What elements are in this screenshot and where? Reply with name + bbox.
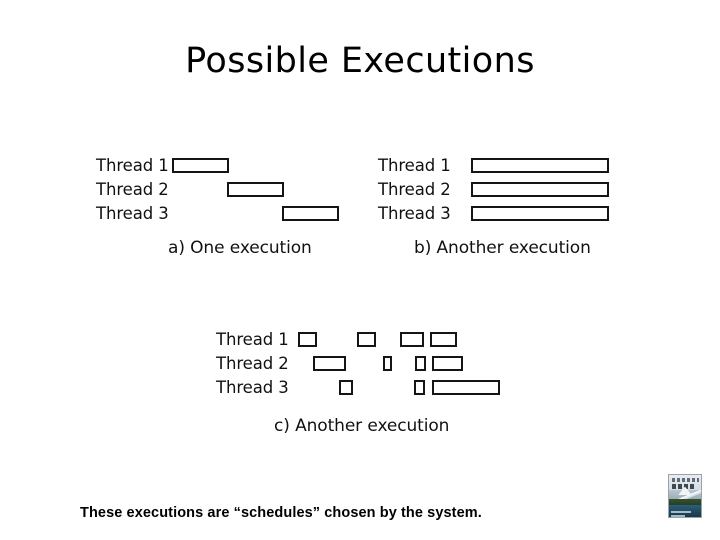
panel-a-row-thread-1: Thread 1: [96, 154, 356, 178]
panel-a: Thread 1 Thread 2 Thread 3 a) One execut…: [96, 154, 356, 258]
panel-a-caption: a) One execution: [168, 238, 312, 258]
execution-block: [432, 380, 500, 395]
timeline-track: [298, 328, 506, 352]
thread-label: Thread 2: [378, 180, 451, 199]
timeline-track: [298, 352, 506, 376]
timeline-track: [172, 154, 356, 178]
panel-c-caption: c) Another execution: [274, 416, 450, 436]
panel-c-row-thread-1: Thread 1: [216, 328, 506, 352]
execution-block: [471, 182, 609, 197]
execution-block: [471, 206, 609, 221]
thread-label: Thread 3: [216, 378, 289, 397]
execution-block: [415, 356, 426, 371]
thread-label: Thread 2: [96, 180, 169, 199]
timeline-track: [172, 202, 356, 226]
timeline-track: [471, 154, 618, 178]
panel-b-row-thread-3: Thread 3: [378, 202, 618, 226]
execution-block: [414, 380, 425, 395]
panel-b: Thread 1 Thread 2 Thread 3 b) Another ex…: [378, 154, 618, 258]
thumbnail-footer-line-1: [671, 511, 691, 513]
execution-block: [298, 332, 317, 347]
thread-label: Thread 2: [216, 354, 289, 373]
execution-block: [313, 356, 346, 371]
execution-block: [471, 158, 609, 173]
timeline-track: [471, 202, 618, 226]
execution-block: [282, 206, 339, 221]
panel-b-row-thread-2: Thread 2: [378, 178, 618, 202]
execution-block: [430, 332, 457, 347]
thumbnail-title-line-2: [672, 484, 694, 489]
thread-label: Thread 1: [216, 330, 289, 349]
execution-block: [400, 332, 424, 347]
slide-canvas: Possible Executions Thread 1 Thread 2 Th…: [0, 0, 720, 540]
executions-figure: Thread 1 Thread 2 Thread 3 a) One execut…: [0, 0, 720, 540]
book-cover-thumbnail: [668, 474, 702, 518]
execution-block: [383, 356, 392, 371]
execution-block: [339, 380, 353, 395]
thread-label: Thread 1: [378, 156, 451, 175]
panel-c-row-thread-2: Thread 2: [216, 352, 506, 376]
execution-block: [432, 356, 463, 371]
execution-block: [357, 332, 376, 347]
panel-b-row-thread-1: Thread 1: [378, 154, 618, 178]
slide-note: These executions are “schedules” chosen …: [80, 505, 482, 521]
timeline-track: [172, 178, 356, 202]
thread-label: Thread 1: [96, 156, 169, 175]
panel-c-row-thread-3: Thread 3: [216, 376, 506, 400]
panel-a-row-thread-2: Thread 2: [96, 178, 356, 202]
thumbnail-footer-line-2: [671, 515, 685, 517]
thread-label: Thread 3: [378, 204, 451, 223]
execution-block: [227, 182, 284, 197]
thumbnail-title-line-1: [672, 478, 699, 482]
timeline-track: [471, 178, 618, 202]
panel-c: Thread 1 Thread 2 Thread 3 c) Another ex…: [216, 328, 506, 436]
execution-block: [172, 158, 229, 173]
panel-a-row-thread-3: Thread 3: [96, 202, 356, 226]
panel-b-caption: b) Another execution: [414, 238, 591, 258]
thread-label: Thread 3: [96, 204, 169, 223]
timeline-track: [298, 376, 506, 400]
